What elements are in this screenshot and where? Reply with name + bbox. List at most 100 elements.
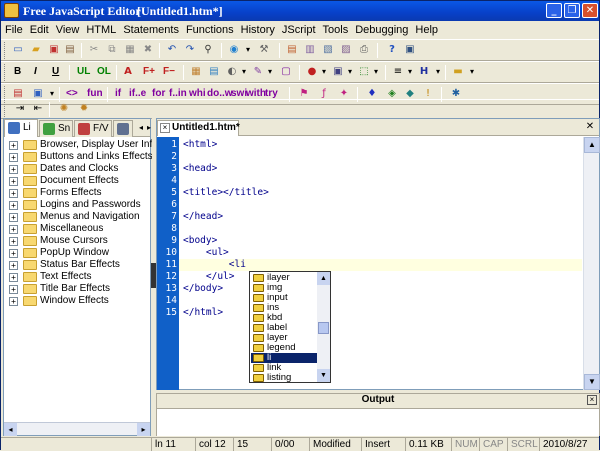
new-file-icon[interactable]: ▭ xyxy=(11,43,25,57)
expand-icon[interactable]: + xyxy=(9,261,18,270)
table-icon[interactable]: ▤ xyxy=(207,65,221,79)
expand-icon[interactable]: + xyxy=(9,153,18,162)
horizontal-scrollbar[interactable]: ◂ ▸ xyxy=(4,422,150,436)
menu-jscript[interactable]: JScript xyxy=(282,24,316,36)
printer-icon[interactable]: ⎙ xyxy=(357,43,371,57)
tree-item[interactable]: + Dates and Clocks xyxy=(4,163,150,175)
frame-icon[interactable]: ▢ xyxy=(279,65,293,79)
tab-snippets[interactable]: Sn xyxy=(39,120,73,137)
chevron-down-icon[interactable]: ▾ xyxy=(369,65,383,79)
vertical-scrollbar[interactable]: ▲ ▼ xyxy=(583,137,600,390)
output-body[interactable] xyxy=(157,408,599,436)
menu-edit[interactable]: Edit xyxy=(30,24,49,36)
bold-button[interactable]: B xyxy=(14,65,21,79)
ordered-list-button[interactable]: OL xyxy=(97,65,111,79)
toolbar-grip[interactable] xyxy=(4,64,7,81)
code-area[interactable]: <html> <head> <title></title> </head> <body>… xyxy=(179,137,582,390)
expand-icon[interactable]: + xyxy=(9,249,18,258)
chevron-down-icon[interactable]: ▾ xyxy=(343,65,357,79)
autocomplete-item[interactable]: ilayer xyxy=(251,273,317,283)
tree-item[interactable]: + PopUp Window xyxy=(4,247,150,259)
tree-item[interactable]: + Title Bar Effects xyxy=(4,283,150,295)
outdent-icon[interactable]: ⇤ xyxy=(31,102,45,116)
open-folder-icon[interactable]: ▰ xyxy=(29,43,43,57)
book-icon[interactable]: ▧ xyxy=(321,43,335,57)
tab-untitled1[interactable]: × Untitled1.htm* xyxy=(157,120,240,136)
tree-item[interactable]: + Miscellaneous xyxy=(4,223,150,235)
uncomment-icon[interactable]: ✹ xyxy=(77,102,91,116)
special-char-icon[interactable]: ▬ xyxy=(451,65,465,79)
expand-icon[interactable]: + xyxy=(9,141,18,150)
template-icon[interactable]: ▥ xyxy=(303,43,317,57)
expand-icon[interactable]: + xyxy=(9,201,18,210)
toolbar-grip[interactable] xyxy=(4,42,7,59)
scroll-left-icon[interactable]: ◂ xyxy=(4,423,17,436)
menu-view[interactable]: View xyxy=(56,24,80,36)
tab-close-icon[interactable]: × xyxy=(160,123,170,133)
menu-html[interactable]: HTML xyxy=(86,24,116,36)
save-icon[interactable]: ▣ xyxy=(47,43,61,57)
html-document-icon[interactable]: ▤ xyxy=(285,43,299,57)
tree-item[interactable]: + Window Effects xyxy=(4,295,150,307)
menu-tools[interactable]: Tools xyxy=(323,24,349,36)
underline-button[interactable]: U xyxy=(52,65,59,79)
report-icon[interactable]: ▨ xyxy=(339,43,353,57)
font-color-icon[interactable]: A xyxy=(121,65,135,79)
undo-icon[interactable]: ↶ xyxy=(165,43,179,57)
image-insert-icon[interactable]: ▦ xyxy=(189,65,203,79)
scroll-thumb[interactable] xyxy=(318,322,329,334)
autocomplete-scrollbar[interactable]: ▲ ▼ xyxy=(317,272,330,382)
menu-statements[interactable]: Statements xyxy=(123,24,179,36)
chevron-down-icon[interactable]: ▾ xyxy=(263,65,277,79)
font-size-increase-button[interactable]: F+ xyxy=(143,65,155,79)
minimize-icon[interactable]: _ xyxy=(546,3,562,18)
tree-item[interactable]: + Forms Effects xyxy=(4,187,150,199)
chevron-down-icon[interactable]: ▾ xyxy=(403,65,417,79)
paste-icon[interactable]: ▦ xyxy=(123,43,137,57)
expand-icon[interactable]: + xyxy=(9,177,18,186)
tab-functions-variables[interactable]: F/V xyxy=(74,120,112,137)
autocomplete-item[interactable]: legend xyxy=(251,343,317,353)
chevron-down-icon[interactable]: ▾ xyxy=(241,43,255,57)
autocomplete-item[interactable]: ins xyxy=(251,303,317,313)
tools-icon[interactable]: ⚒ xyxy=(257,43,271,57)
print-preview-icon[interactable]: ▤ xyxy=(63,43,77,57)
chevron-down-icon[interactable]: ▾ xyxy=(431,65,445,79)
close-icon[interactable]: × xyxy=(587,395,597,405)
autocomplete-item[interactable]: li xyxy=(251,353,317,363)
redo-icon[interactable]: ↷ xyxy=(183,43,197,57)
autocomplete-item[interactable]: listing xyxy=(251,373,317,383)
heading-icon[interactable]: H xyxy=(417,65,431,79)
scroll-down-icon[interactable]: ▼ xyxy=(584,374,600,390)
menu-debugging[interactable]: Debugging xyxy=(355,24,408,36)
autocomplete-item[interactable]: input xyxy=(251,293,317,303)
menu-history[interactable]: History xyxy=(241,24,275,36)
chevron-down-icon[interactable]: ▾ xyxy=(317,65,331,79)
autocomplete-list[interactable]: ▲ ▼ ilayer img input ins kbd label layer legend… xyxy=(249,271,331,383)
scroll-right-icon[interactable]: ▸ xyxy=(137,423,150,436)
chevron-down-icon[interactable]: ▾ xyxy=(237,65,251,79)
tree-item[interactable]: + Browser, Display User Informat xyxy=(4,139,178,151)
find-icon[interactable]: ⚲ xyxy=(201,43,215,57)
toolbar-grip[interactable] xyxy=(4,102,7,119)
menu-functions[interactable]: Functions xyxy=(186,24,234,36)
tree-item[interactable]: + Mouse Cursors xyxy=(4,235,150,247)
unordered-list-button[interactable]: UL xyxy=(77,65,90,79)
help-icon[interactable]: ? xyxy=(385,43,399,57)
tree-item[interactable]: + Text Effects xyxy=(4,271,150,283)
browser-preview-icon[interactable]: ◉ xyxy=(227,43,241,57)
scroll-up-icon[interactable]: ▲ xyxy=(584,137,600,153)
copy-icon[interactable]: ⧉ xyxy=(105,43,119,57)
scroll-down-icon[interactable]: ▼ xyxy=(317,369,330,382)
expand-icon[interactable]: + xyxy=(9,165,18,174)
expand-icon[interactable]: + xyxy=(9,297,18,306)
expand-icon[interactable]: + xyxy=(9,213,18,222)
tree-item[interactable]: + Menus and Navigation xyxy=(4,211,150,223)
tree-item[interactable]: + Logins and Passwords xyxy=(4,199,150,211)
chevron-down-icon[interactable]: ▾ xyxy=(465,65,479,79)
close-icon[interactable]: ✕ xyxy=(584,121,596,133)
tab-stack[interactable] xyxy=(113,120,133,137)
tree-item[interactable]: + Buttons and Links Effects xyxy=(4,151,153,163)
expand-icon[interactable]: + xyxy=(9,237,18,246)
expand-icon[interactable]: + xyxy=(9,285,18,294)
